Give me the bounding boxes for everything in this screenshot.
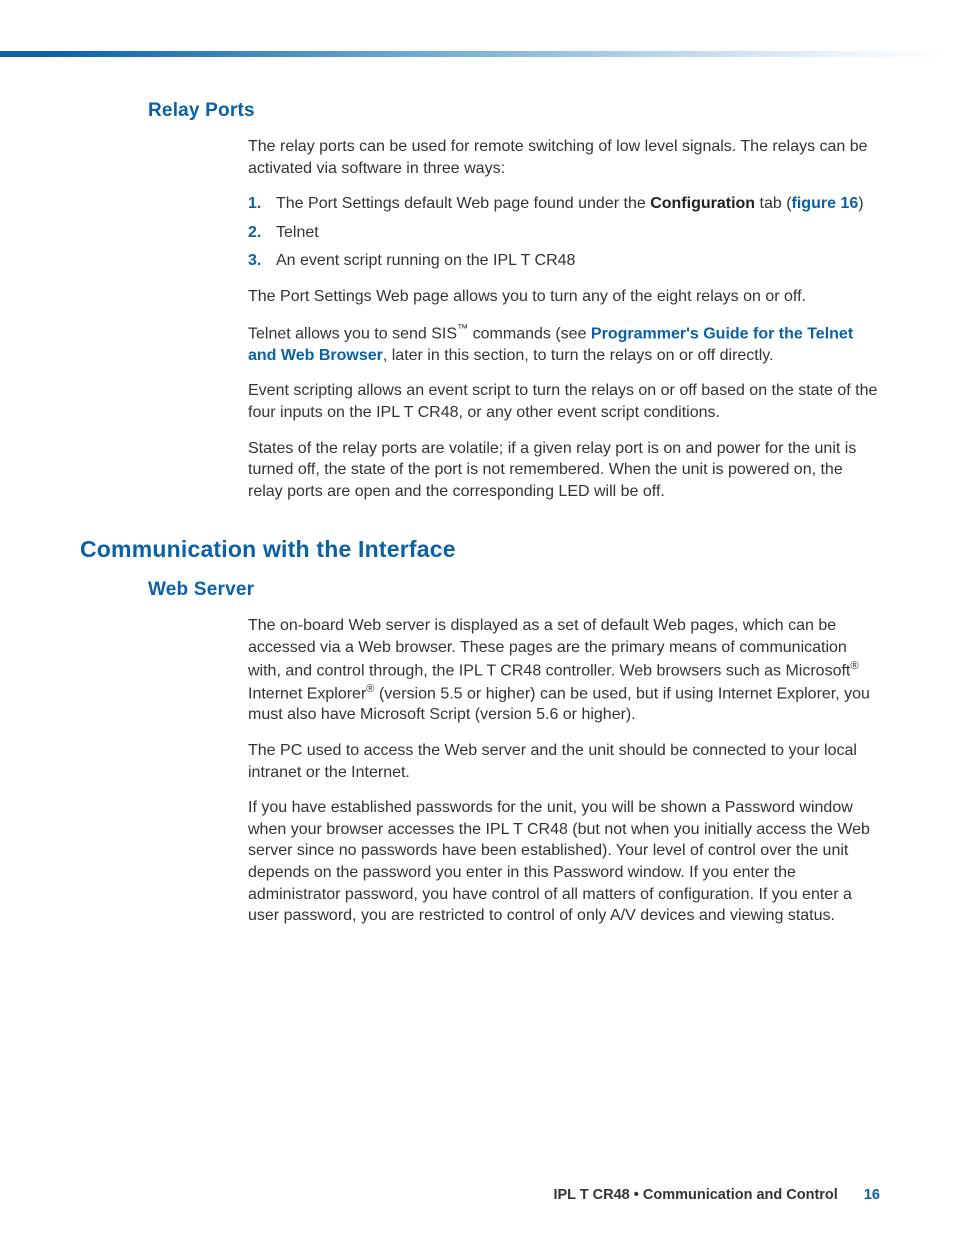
relay-body: The relay ports can be used for remote s… (248, 136, 880, 502)
text: commands (see (468, 325, 591, 342)
registered-symbol: ® (366, 683, 374, 695)
relay-p3: Telnet allows you to send SIS™ commands … (248, 322, 880, 367)
web-p3: If you have established passwords for th… (248, 797, 880, 927)
text: Telnet allows you to send SIS (248, 325, 457, 342)
bold-configuration: Configuration (650, 195, 755, 212)
registered-symbol: ® (850, 660, 858, 672)
relay-p5: States of the relay ports are volatile; … (248, 438, 880, 503)
relay-p4: Event scripting allows an event script t… (248, 380, 880, 423)
relay-intro: The relay ports can be used for remote s… (248, 136, 880, 179)
page-content: Relay Ports The relay ports can be used … (80, 100, 880, 941)
trademark-symbol: ™ (457, 323, 468, 335)
figure-16-link[interactable]: figure 16 (792, 195, 859, 212)
relay-list: 1. The Port Settings default Web page fo… (248, 193, 880, 272)
web-p1: The on-board Web server is displayed as … (248, 615, 880, 726)
list-item: 2. Telnet (248, 222, 880, 244)
text: The on-board Web server is displayed as … (248, 617, 850, 679)
relay-p2: The Port Settings Web page allows you to… (248, 286, 880, 308)
text: ) (858, 195, 863, 212)
list-number: 2. (248, 222, 276, 244)
header-stripe (0, 51, 954, 57)
list-number: 3. (248, 250, 276, 272)
heading-communication: Communication with the Interface (80, 536, 880, 563)
list-text: The Port Settings default Web page found… (276, 193, 864, 215)
list-number: 1. (248, 193, 276, 215)
text: tab ( (755, 195, 791, 212)
webserver-body: The on-board Web server is displayed as … (248, 615, 880, 926)
list-text: An event script running on the IPL T CR4… (276, 250, 575, 272)
web-p2: The PC used to access the Web server and… (248, 740, 880, 783)
heading-relay-ports: Relay Ports (148, 100, 880, 122)
list-item: 3. An event script running on the IPL T … (248, 250, 880, 272)
footer-page-number: 16 (864, 1187, 880, 1203)
text: The Port Settings default Web page found… (276, 195, 650, 212)
text: , later in this section, to turn the rel… (383, 347, 774, 364)
page-footer: IPL T CR48 • Communication and Control 1… (0, 1187, 880, 1203)
footer-title: IPL T CR48 • Communication and Control (553, 1187, 837, 1203)
list-item: 1. The Port Settings default Web page fo… (248, 193, 880, 215)
text: Internet Explorer (248, 685, 366, 702)
heading-web-server: Web Server (148, 579, 880, 601)
list-text: Telnet (276, 222, 319, 244)
